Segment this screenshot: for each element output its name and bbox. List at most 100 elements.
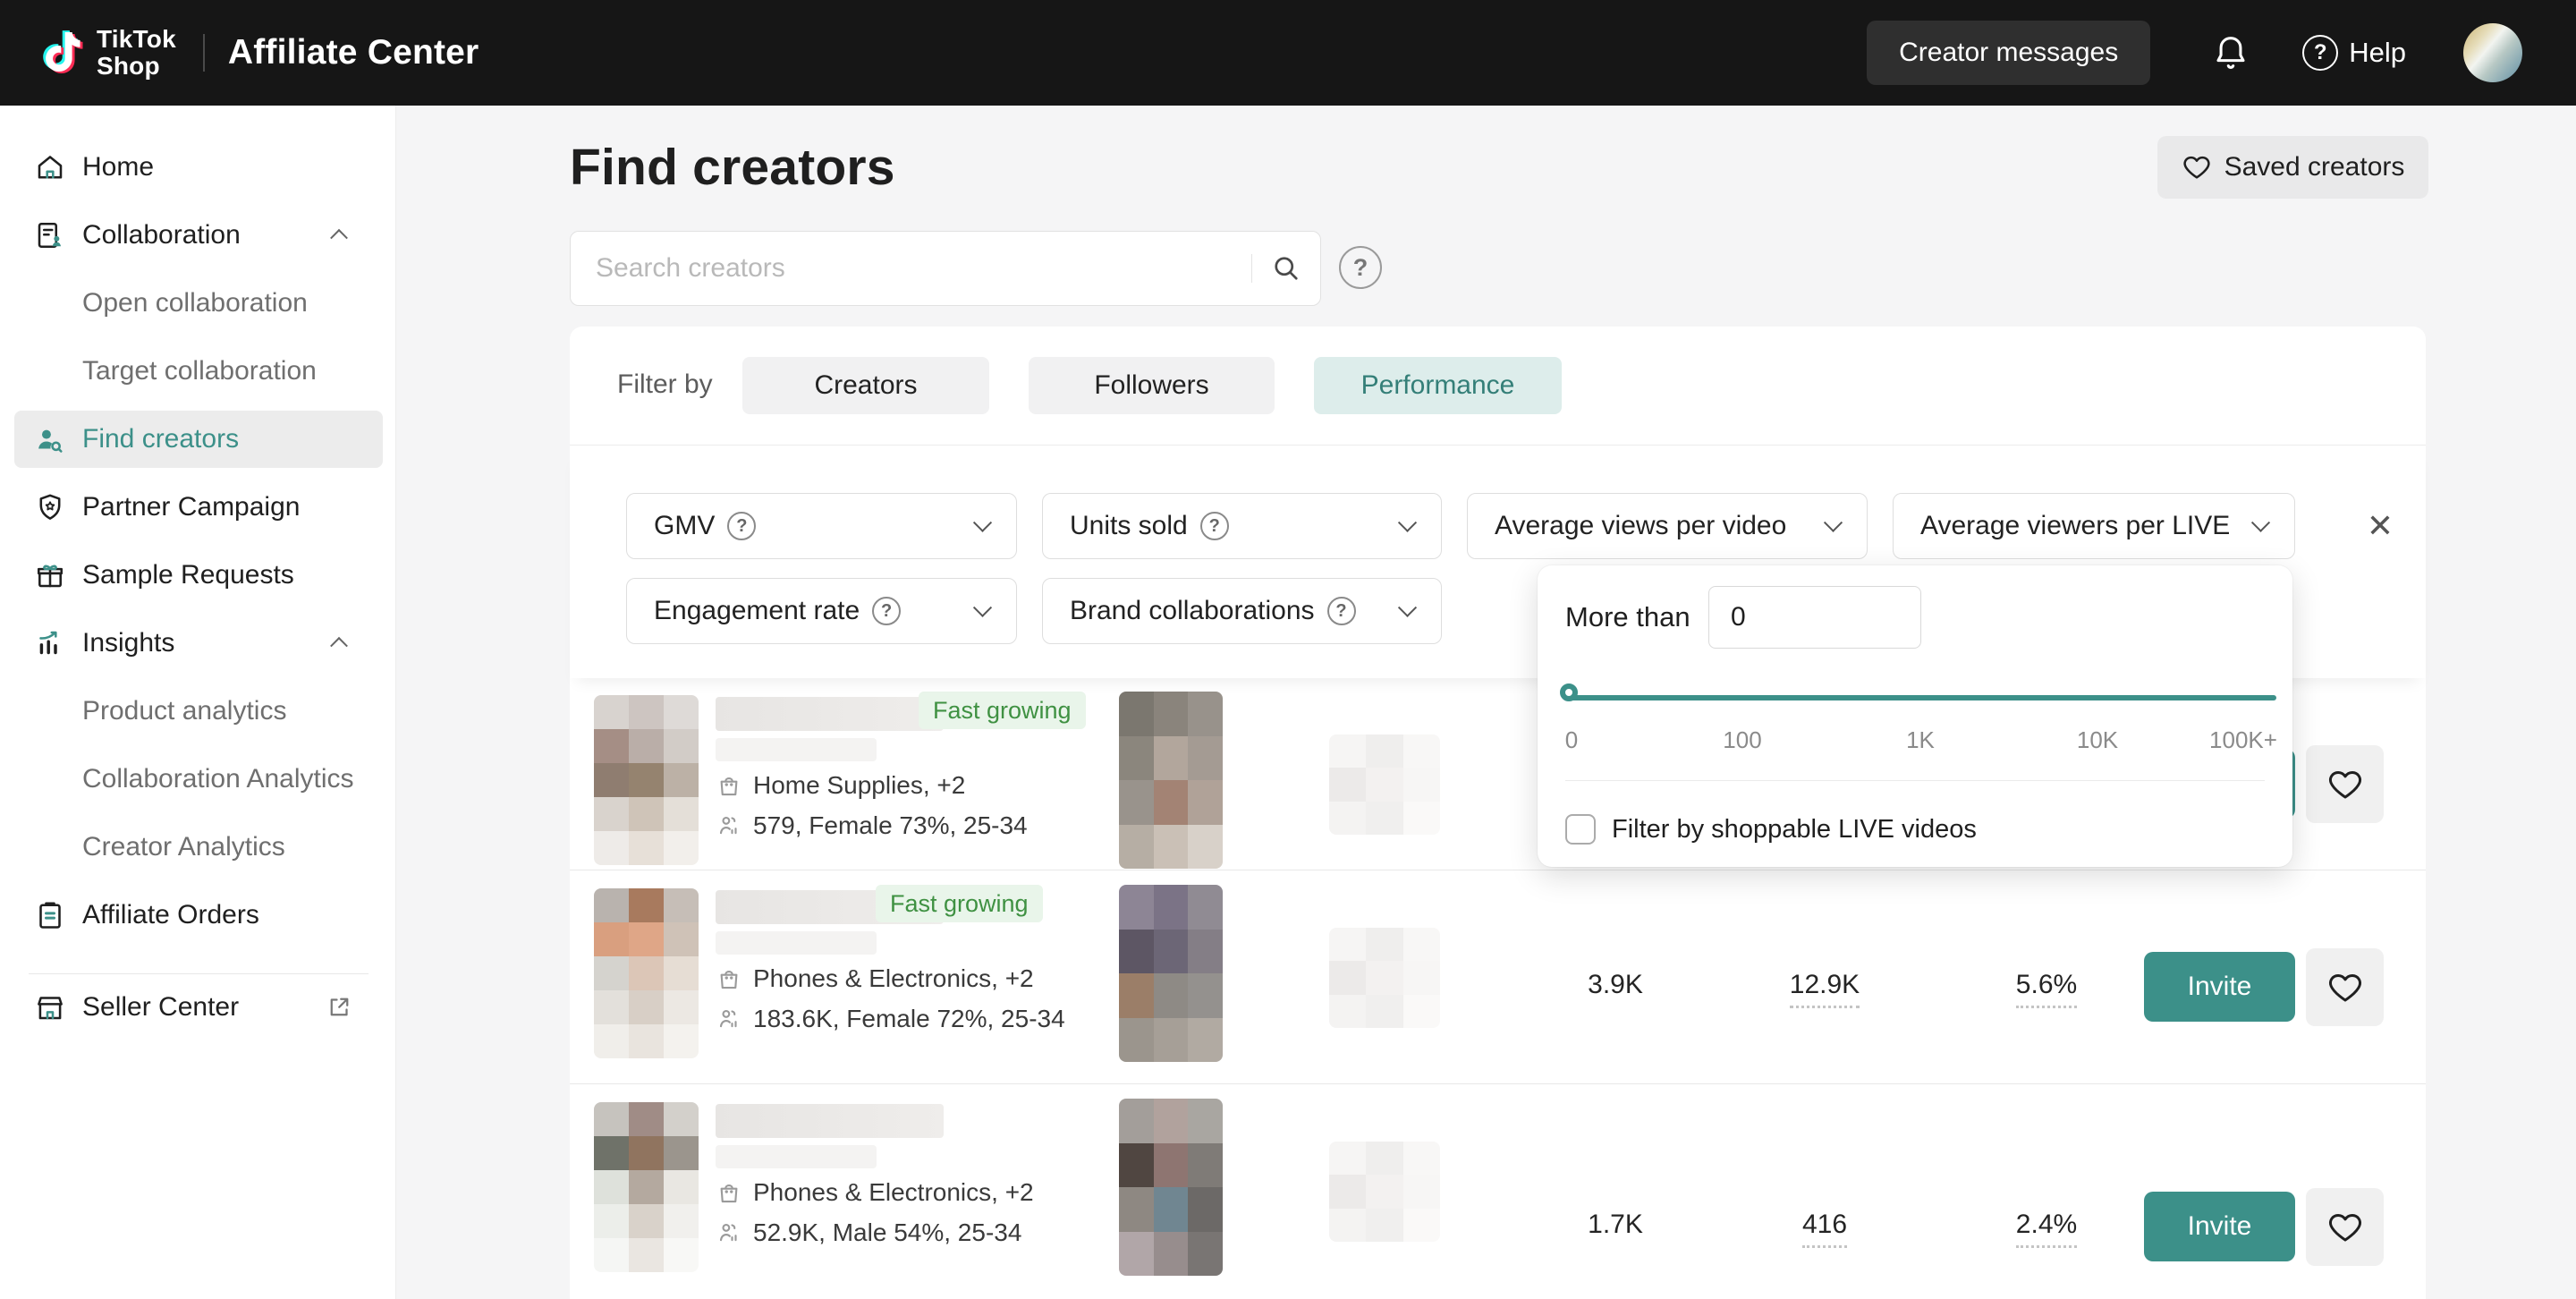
creator-video-thumbnail-2[interactable] xyxy=(1329,734,1440,835)
creator-category-line: Home Supplies, +2 xyxy=(716,771,965,800)
sidebar-item-partner-campaign[interactable]: Partner Campaign xyxy=(14,479,383,536)
sidebar-item-home[interactable]: Home xyxy=(14,139,383,196)
creator-video-thumbnail-2[interactable] xyxy=(1329,1142,1440,1242)
sidebar-item-label: Sample Requests xyxy=(82,560,294,590)
sidebar-item-label: Home xyxy=(82,152,154,183)
dropdown-label: Engagement rate xyxy=(654,596,860,626)
search-help-icon[interactable]: ? xyxy=(1339,246,1382,289)
slider-tick: 1K xyxy=(1906,726,1935,754)
avg-viewers-per-live-popover: More than 0 100 1K 10K 100K+ Filter by s… xyxy=(1538,565,2292,867)
sidebar-nav: Home Collaboration Open collaboration Targe… xyxy=(0,106,396,1299)
popover-divider xyxy=(1565,780,2265,781)
sidebar-item-label: Creator Analytics xyxy=(82,832,285,862)
creator-messages-button[interactable]: Creator messages xyxy=(1867,21,2150,85)
page-title: Find creators xyxy=(570,138,895,197)
creator-category: Phones & Electronics, +2 xyxy=(753,964,1034,993)
audience-icon xyxy=(716,1006,742,1032)
top-header: TikTok Shop Affiliate Center Creator mes… xyxy=(0,0,2576,106)
tiktok-shop-logo[interactable]: TikTok Shop xyxy=(36,23,176,82)
collab-icon xyxy=(34,219,66,251)
saved-creators-label: Saved creators xyxy=(2224,152,2405,183)
affiliate-center-page: TikTok Shop Affiliate Center Creator mes… xyxy=(0,0,2576,1299)
sidebar-item-collaboration-analytics[interactable]: Collaboration Analytics xyxy=(14,751,383,808)
search-icon[interactable] xyxy=(1252,232,1320,305)
fast-growing-badge: Fast growing xyxy=(876,885,1043,922)
sidebar-item-target-collaboration[interactable]: Target collaboration xyxy=(14,343,383,400)
dropdown-label: Average views per video xyxy=(1495,511,1786,541)
creator-video-thumbnail[interactable] xyxy=(1119,885,1223,1062)
filter-dropdown-engagement-rate[interactable]: Engagement rate? xyxy=(626,578,1017,644)
creator-search xyxy=(570,231,1321,306)
brand-line-1: TikTok xyxy=(97,26,176,53)
filter-dropdown-average-views-per-video[interactable]: Average views per video xyxy=(1467,493,1868,559)
creator-video-thumbnail[interactable] xyxy=(1119,692,1223,869)
save-creator-heart-button[interactable] xyxy=(2306,948,2384,1026)
creator-avatar[interactable] xyxy=(594,888,699,1058)
filter-dropdown-average-viewers-per-live[interactable]: Average viewers per LIVE xyxy=(1893,493,2295,559)
help-button[interactable]: ? Help xyxy=(2302,35,2406,71)
shoppable-live-checkbox[interactable] xyxy=(1565,814,1596,845)
filter-dropdown-units-sold[interactable]: Units sold? xyxy=(1042,493,1442,559)
sidebar-item-open-collaboration[interactable]: Open collaboration xyxy=(14,275,383,332)
creator-name-blurred[interactable] xyxy=(716,1104,944,1138)
insights-icon xyxy=(34,627,66,659)
sidebar-item-label: Find creators xyxy=(82,424,239,454)
dropdown-label: GMV xyxy=(654,511,715,541)
sidebar-item-sample-requests[interactable]: Sample Requests xyxy=(14,547,383,604)
sidebar-item-seller-center[interactable]: Seller Center xyxy=(14,979,383,1036)
help-question-icon[interactable]: ? xyxy=(1200,512,1229,540)
saved-creators-button[interactable]: Saved creators xyxy=(2157,136,2428,199)
app-title: Affiliate Center xyxy=(228,33,479,72)
range-slider-track[interactable] xyxy=(1565,695,2276,700)
shoppable-live-label: Filter by shoppable LIVE videos xyxy=(1612,815,1977,845)
chevron-down-icon xyxy=(1398,598,1417,616)
range-slider-handle[interactable] xyxy=(1560,683,1578,701)
creator-avatar[interactable] xyxy=(594,695,699,865)
filter-tab-creators[interactable]: Creators xyxy=(742,357,989,414)
filter-by-label: Filter by xyxy=(617,369,713,400)
close-filters-icon[interactable]: ✕ xyxy=(2359,505,2402,548)
slider-tick: 100 xyxy=(1723,726,1761,754)
invite-button[interactable]: Invite xyxy=(2144,1192,2295,1261)
invite-button[interactable]: Invite xyxy=(2144,952,2295,1022)
help-question-icon[interactable]: ? xyxy=(1327,597,1356,625)
slider-tick: 10K xyxy=(2077,726,2118,754)
creator-avatar[interactable] xyxy=(594,1102,699,1272)
help-question-icon[interactable]: ? xyxy=(727,512,756,540)
chevron-up-icon xyxy=(330,229,348,247)
audience-icon xyxy=(716,1219,742,1246)
sidebar-item-insights[interactable]: Insights xyxy=(14,615,383,672)
dropdown-label: Average viewers per LIVE xyxy=(1920,511,2230,541)
filter-dropdown-gmv[interactable]: GMV? xyxy=(626,493,1017,559)
help-question-icon: ? xyxy=(2302,35,2338,71)
chevron-down-icon xyxy=(1824,513,1843,531)
creator-name-blurred[interactable] xyxy=(716,697,944,731)
save-creator-heart-button[interactable] xyxy=(2306,1188,2384,1266)
search-input[interactable] xyxy=(571,253,1251,284)
sidebar-item-find-creators[interactable]: Find creators xyxy=(14,411,383,468)
creator-demographics-line: 52.9K, Male 54%, 25-34 xyxy=(716,1218,1021,1247)
creator-handle-blurred xyxy=(716,738,877,761)
user-avatar[interactable] xyxy=(2463,23,2522,82)
metric-avg-viewers-live: 12.9K xyxy=(1735,970,1914,1000)
filter-dropdown-brand-collaborations[interactable]: Brand collaborations? xyxy=(1042,578,1442,644)
filter-tab-followers[interactable]: Followers xyxy=(1029,357,1275,414)
creator-category-line: Phones & Electronics, +2 xyxy=(716,964,1034,993)
creator-category-line: Phones & Electronics, +2 xyxy=(716,1178,1034,1207)
filter-tab-performance[interactable]: Performance xyxy=(1314,357,1562,414)
sidebar-item-creator-analytics[interactable]: Creator Analytics xyxy=(14,819,383,876)
external-link-icon xyxy=(326,994,352,1021)
help-question-icon[interactable]: ? xyxy=(872,597,901,625)
save-creator-heart-button[interactable] xyxy=(2306,745,2384,823)
metric-avg-views: 3.9K xyxy=(1526,970,1705,1000)
sidebar-item-affiliate-orders[interactable]: Affiliate Orders xyxy=(14,887,383,944)
sidebar-item-collaboration[interactable]: Collaboration xyxy=(14,207,383,264)
tiktok-note-icon xyxy=(36,23,88,82)
sidebar-item-product-analytics[interactable]: Product analytics xyxy=(14,683,383,740)
notifications-bell-icon[interactable] xyxy=(2209,31,2252,74)
find-icon xyxy=(34,423,66,455)
sidebar-item-label: Seller Center xyxy=(82,992,239,1023)
creator-video-thumbnail-2[interactable] xyxy=(1329,928,1440,1028)
more-than-input[interactable] xyxy=(1708,586,1921,649)
creator-video-thumbnail[interactable] xyxy=(1119,1099,1223,1276)
